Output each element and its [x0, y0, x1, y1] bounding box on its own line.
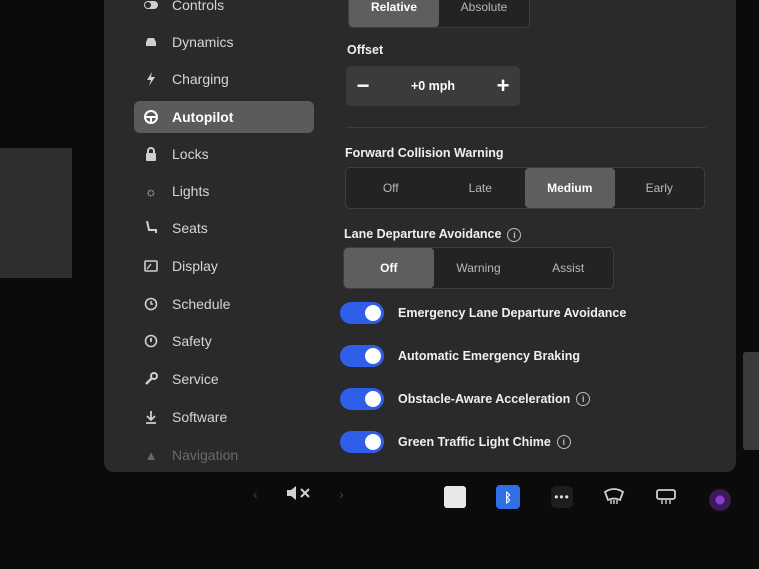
sidebar-item-label: Controls — [172, 0, 225, 13]
sidebar-item-label: Display — [172, 258, 218, 274]
more-icon[interactable]: ••• — [551, 486, 573, 508]
sidebar-item-label: Safety — [172, 333, 212, 349]
fcw-option-off[interactable]: Off — [346, 168, 436, 208]
sidebar-item-software[interactable]: Software — [134, 401, 314, 433]
sidebar-item-label: Charging — [172, 71, 229, 87]
automatic-emergency-braking-toggle[interactable] — [340, 345, 384, 367]
offset-label: Offset — [347, 43, 384, 57]
speed-offset-mode-selector: Relative Absolute — [348, 0, 530, 28]
toggle-label: Obstacle-Aware Acceleration — [398, 392, 571, 406]
sidebar-item-dynamics[interactable]: Dynamics — [134, 26, 314, 58]
lock-icon — [138, 147, 164, 161]
green-traffic-light-chime-toggle[interactable] — [340, 431, 384, 453]
fcw-option-early[interactable]: Early — [615, 168, 705, 208]
bluetooth-icon[interactable]: ᛒ — [496, 485, 520, 509]
sidebar-item-navigation[interactable]: ▲ Navigation — [134, 439, 314, 471]
bolt-icon — [138, 72, 164, 86]
seat-icon — [138, 221, 164, 235]
offset-stepper: − +0 mph + — [346, 66, 520, 106]
sidebar-item-controls[interactable]: Controls — [134, 0, 314, 21]
sidebar-item-label: Seats — [172, 220, 208, 236]
increase-offset-button[interactable]: + — [486, 73, 520, 99]
toggle-icon — [138, 0, 164, 10]
sidebar-item-service[interactable]: Service — [134, 363, 314, 395]
steering-wheel-icon — [138, 110, 164, 124]
toggle-knob — [365, 434, 381, 450]
toggle-row-obstacle-aware-acceleration: Obstacle-Aware Acceleration i — [340, 386, 591, 412]
toggle-row-automatic-emergency-braking: Automatic Emergency Braking — [340, 343, 580, 369]
chevron-right-icon[interactable]: › — [339, 486, 344, 502]
sidebar-item-safety[interactable]: Safety — [134, 325, 314, 357]
front-defrost-icon[interactable] — [603, 488, 625, 506]
info-icon[interactable]: i — [556, 435, 571, 449]
notes-icon[interactable] — [444, 486, 466, 508]
sidebar-item-schedule[interactable]: Schedule — [134, 288, 314, 320]
mute-icon[interactable] — [285, 484, 313, 502]
info-icon[interactable]: i — [507, 227, 522, 242]
sidebar-item-autopilot[interactable]: Autopilot — [134, 101, 314, 133]
lda-option-assist[interactable]: Assist — [523, 248, 613, 288]
emergency-lane-departure-toggle[interactable] — [340, 302, 384, 324]
lda-label: Lane Departure Avoidance i — [344, 227, 522, 242]
navigation-icon: ▲ — [144, 447, 158, 463]
camera-icon[interactable] — [709, 489, 731, 511]
taskbar: ‹ › ᛒ ••• — [0, 472, 759, 569]
sidebar-item-label: Service — [172, 371, 219, 387]
display-icon — [138, 260, 164, 272]
toggle-label: Green Traffic Light Chime — [398, 435, 551, 449]
rear-defrost-icon[interactable] — [655, 488, 677, 506]
fcw-selector: Off Late Medium Early — [345, 167, 705, 209]
toggle-knob — [365, 391, 381, 407]
obstacle-aware-acceleration-toggle[interactable] — [340, 388, 384, 410]
car-icon — [138, 37, 164, 47]
right-bezel-panel — [743, 352, 759, 450]
wrench-icon — [138, 372, 164, 386]
sidebar-item-display[interactable]: Display — [134, 250, 314, 282]
toggle-row-green-traffic-light-chime: Green Traffic Light Chime i — [340, 429, 571, 455]
sidebar-item-label: Locks — [172, 146, 209, 162]
toggle-row-emergency-lane-departure: Emergency Lane Departure Avoidance — [340, 300, 626, 326]
lda-option-off[interactable]: Off — [344, 248, 434, 288]
toggle-knob — [365, 348, 381, 364]
lda-option-warning[interactable]: Warning — [434, 248, 524, 288]
safety-icon — [138, 334, 164, 348]
sidebar-item-seats[interactable]: Seats — [134, 212, 314, 244]
offset-value: +0 mph — [410, 79, 456, 93]
chevron-left-icon[interactable]: ‹ — [253, 486, 258, 502]
fcw-option-late[interactable]: Late — [436, 168, 526, 208]
settings-sidebar: Controls Dynamics Charging Autopilot Loc… — [132, 0, 322, 472]
decrease-offset-button[interactable]: − — [346, 73, 380, 99]
sidebar-item-locks[interactable]: Locks — [134, 138, 314, 170]
toggle-label: Automatic Emergency Braking — [398, 349, 580, 363]
fcw-label: Forward Collision Warning — [345, 146, 504, 160]
sidebar-item-label: Schedule — [172, 296, 231, 312]
download-icon — [138, 410, 164, 424]
fcw-option-medium[interactable]: Medium — [525, 168, 615, 208]
clock-icon — [138, 297, 164, 311]
toggle-label: Emergency Lane Departure Avoidance — [398, 306, 627, 320]
sidebar-item-label: Navigation — [172, 447, 239, 463]
section-divider — [346, 127, 706, 128]
sidebar-item-lights[interactable]: ☼ Lights — [134, 175, 314, 207]
sidebar-item-label: Software — [172, 409, 228, 425]
option-relative[interactable]: Relative — [349, 0, 439, 27]
info-icon[interactable]: i — [576, 392, 591, 406]
toggle-knob — [365, 305, 381, 321]
lda-label-text: Lane Departure Avoidance — [344, 227, 502, 241]
option-absolute[interactable]: Absolute — [439, 0, 529, 27]
sidebar-item-charging[interactable]: Charging — [134, 63, 314, 95]
sidebar-item-label: Lights — [172, 183, 210, 199]
sidebar-item-label: Autopilot — [172, 109, 234, 125]
background-glare — [0, 148, 72, 278]
sun-icon: ☼ — [145, 183, 157, 199]
sidebar-item-label: Dynamics — [172, 34, 234, 50]
lda-selector: Off Warning Assist — [343, 247, 614, 289]
